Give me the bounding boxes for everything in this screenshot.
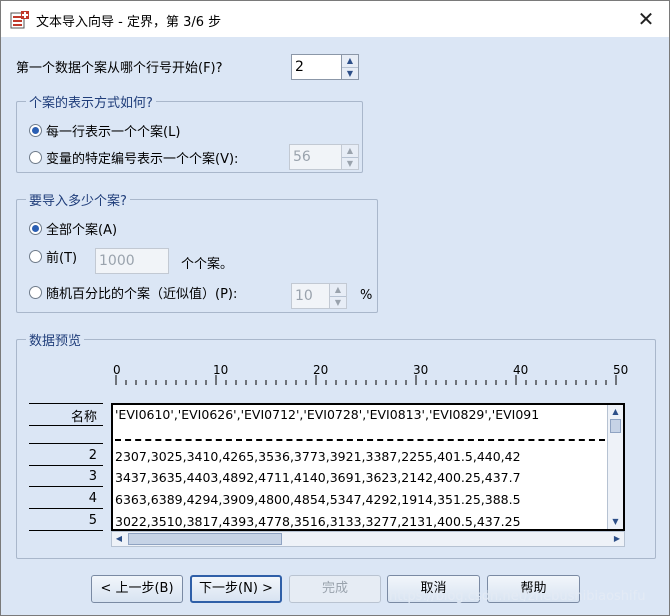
preview-data-line: 2307,3025,3410,4265,3536,3773,3921,3387,… [115,449,521,464]
close-button[interactable]: ✕ [623,1,669,37]
watermark-url: https://blog.csdn.net/zhebushibiaoshifu [389,589,646,604]
row-header-name: 名称 [70,410,97,425]
row-divider [29,465,103,466]
radio-unchecked-icon[interactable] [29,250,42,263]
row-number: 2 [88,448,97,463]
next-button[interactable]: 下一步(N) > [190,575,282,603]
first-case-stepper[interactable]: 2 ▲ ▼ [291,54,359,80]
radio-variable-count-label: 变量的特定编号表示一个个案(V): [46,152,239,167]
first-cases-suffix: 个个案。 [181,257,234,272]
cases-to-import-title: 要导入多少个案? [26,190,130,209]
first-case-label: 第一个数据个案从哪个行号开始(F)? [16,61,223,76]
radio-each-line-label: 每一行表示一个个案(L) [46,125,181,140]
variable-count-stepper: 56 ▲ ▼ [289,144,359,170]
radio-checked-icon[interactable] [29,124,42,137]
title-bar: 文本导入向导 - 定界，第 3/6 步 ✕ [1,1,669,37]
row-number: 5 [88,513,97,528]
spin-up-icon: ▲ [342,145,358,158]
spin-down-icon: ▼ [334,298,342,307]
back-button[interactable]: < 上一步(B) [91,575,183,603]
row-divider [29,425,103,426]
horizontal-scrollbar[interactable]: ◀ ▶ [111,531,625,547]
radio-checked-icon[interactable] [29,222,42,235]
scroll-left-icon[interactable]: ◀ [112,532,126,546]
row-divider [29,443,103,444]
horizontal-scroll-thumb[interactable] [128,533,282,545]
data-preview-pane[interactable]: 'EVI0610','EVI0626','EVI0712','EVI0728',… [111,403,625,531]
radio-random-percent[interactable]: 随机百分比的个案（近似值）(P): [29,283,237,302]
row-divider [29,530,103,531]
variable-count-input: 56 [289,144,341,170]
radio-all-cases-label: 全部个案(A) [46,223,118,238]
random-percent-spin-arrows: ▲ ▼ [329,283,347,309]
spin-down-icon: ▼ [346,159,354,168]
radio-unchecked-icon[interactable] [29,286,42,299]
scroll-down-icon[interactable]: ▼ [608,515,623,529]
random-percent-stepper: 10 ▲ ▼ [291,283,347,309]
row-divider [29,486,103,487]
radio-variable-count[interactable]: 变量的特定编号表示一个个案(V): [29,148,238,167]
spin-up-icon[interactable]: ▲ [342,55,358,68]
preview-data-line: 3022,3510,3817,4393,4778,3516,3133,3277,… [115,514,521,529]
spin-up-icon: ▲ [330,284,346,297]
vertical-scroll-thumb[interactable] [610,419,621,433]
vertical-scrollbar[interactable]: ▲ ▼ [607,405,623,529]
radio-unchecked-icon[interactable] [29,151,42,164]
first-case-input[interactable]: 2 [291,54,341,80]
finish-button: 完成 [289,575,381,603]
scroll-right-icon[interactable]: ▶ [610,532,624,546]
radio-first-cases-label: 前(T) [46,251,78,266]
case-representation-title: 个案的表示方式如何? [26,92,156,111]
preview-header-line: 'EVI0610','EVI0626','EVI0712','EVI0728',… [115,407,540,422]
first-case-spin-arrows[interactable]: ▲ ▼ [341,54,359,80]
row-number: 4 [88,491,97,506]
radio-random-percent-label: 随机百分比的个案（近似值）(P): [46,287,238,302]
spss-app-icon [10,11,29,29]
scroll-up-icon[interactable]: ▲ [608,405,623,419]
window-title: 文本导入向导 - 定界，第 3/6 步 [36,15,222,30]
radio-all-cases[interactable]: 全部个案(A) [29,219,117,238]
spin-down-icon[interactable]: ▼ [342,68,358,80]
row-number: 3 [88,469,97,484]
data-preview-title: 数据预览 [26,330,85,349]
radio-each-line[interactable]: 每一行表示一个个案(L) [29,121,180,140]
first-cases-count-input: 1000 [95,248,169,274]
variable-count-spin-arrows: ▲ ▼ [341,144,359,170]
header-separator [115,439,605,441]
preview-data-line: 3437,3635,4403,4892,4711,4140,3691,3623,… [115,470,521,485]
percent-sign: % [360,288,373,303]
random-percent-input: 10 [291,283,329,309]
ruler-ticks [115,375,617,385]
row-divider [29,403,103,404]
column-ruler: 0 10 20 30 40 50 [113,363,628,393]
text-import-wizard-dialog: 文本导入向导 - 定界，第 3/6 步 ✕ 第一个数据个案从哪个行号开始(F)?… [0,0,670,616]
radio-first-cases[interactable]: 前(T) [29,247,77,266]
preview-data-line: 6363,6389,4294,3909,4800,4854,5347,4292,… [115,492,521,507]
row-divider [29,508,103,509]
